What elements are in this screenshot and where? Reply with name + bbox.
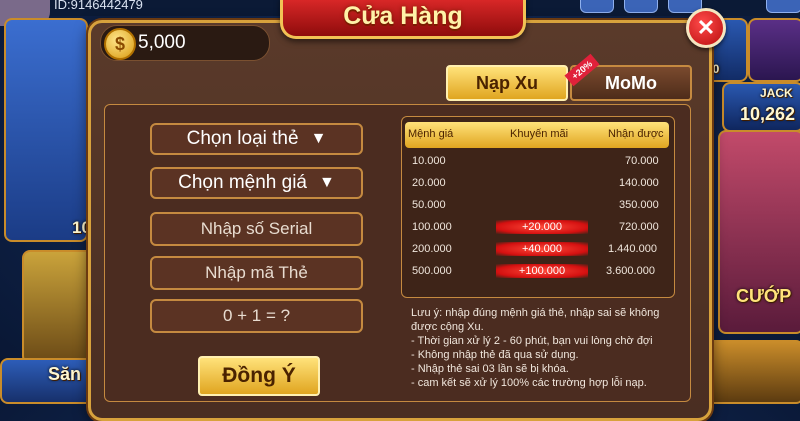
table-cell-receive: 70.000 (625, 155, 659, 167)
note-line: Lưu ý: nhập đúng mệnh giá thẻ, nhập sai … (411, 307, 660, 319)
top-menu-button[interactable] (766, 0, 800, 13)
table-cell-value: 50.000 (412, 199, 446, 211)
submit-label: Đồng Ý (222, 364, 296, 387)
serial-placeholder: Nhập số Serial (200, 219, 313, 238)
table-cell-bonus: +100.000 (496, 264, 588, 278)
column-header-value: Mệnh giá (408, 128, 454, 140)
table-cell-receive: 3.600.000 (606, 265, 655, 277)
chevron-down-icon: ▼ (319, 174, 335, 191)
table-cell-value: 10.000 (412, 155, 446, 167)
balance-value: 5,000 (138, 32, 186, 53)
game-tile-label: Săn (48, 364, 82, 384)
card-code-placeholder: Nhập mã Thẻ (205, 263, 308, 282)
captcha-input[interactable]: 0 + 1 = ? (150, 299, 363, 333)
jackpot-value: 10,262 (740, 104, 796, 124)
serial-input[interactable]: Nhập số Serial (150, 212, 363, 246)
tab-nap-xu[interactable]: Nạp Xu (446, 65, 568, 101)
column-header-bonus: Khuyến mãi (510, 128, 569, 140)
chevron-down-icon: ▼ (310, 130, 327, 147)
close-icon: ✕ (696, 15, 716, 40)
tab-label: Nạp Xu (475, 72, 538, 93)
top-menu-button[interactable] (624, 0, 658, 13)
game-tile-label: CƯỚP (736, 286, 792, 306)
dialog-header: Cửa Hàng (280, 0, 526, 39)
card-value-select[interactable]: Chọn mệnh giá ▼ (150, 167, 363, 199)
tab-label: MoMo (605, 72, 657, 93)
table-cell-value: 100.000 (412, 221, 452, 233)
table-cell-receive: 1.440.000 (608, 243, 657, 255)
note-line: - Thời gian xử lý 2 - 60 phút, bạn vui l… (411, 335, 653, 347)
dialog-title: Cửa Hàng (343, 1, 463, 30)
table-cell-value: 20.000 (412, 177, 446, 189)
captcha-question: 0 + 1 = ? (222, 306, 291, 325)
column-header-receive: Nhận được (608, 128, 664, 140)
note-line: được cộng Xu. (411, 321, 484, 333)
user-id-label: ID:9146442479 (54, 0, 143, 12)
close-button[interactable]: ✕ (686, 8, 726, 48)
card-code-input[interactable]: Nhập mã Thẻ (150, 256, 363, 290)
table-cell-bonus: +40.000 (496, 242, 588, 256)
game-tile[interactable] (4, 18, 88, 242)
coin-icon: $ (104, 28, 136, 60)
table-cell-receive: 720.000 (619, 221, 659, 233)
note-line: - cam kết sẽ xử lý 100% các trường hợp l… (411, 377, 647, 389)
game-tile[interactable] (22, 250, 96, 364)
card-type-value: Chọn loại thẻ (186, 128, 299, 149)
table-cell-value: 500.000 (412, 265, 452, 277)
table-cell-bonus: +20.000 (496, 220, 588, 234)
top-menu-button[interactable] (580, 0, 614, 13)
note-line: - Không nhập thẻ đã qua sử dụng. (411, 349, 579, 361)
card-value-value: Chọn mệnh giá (178, 172, 308, 193)
table-cell-receive: 140.000 (619, 177, 659, 189)
note-line: - Nhập thẻ sai 03 lần sẽ bị khóa. (411, 363, 569, 375)
gift-tile[interactable] (748, 18, 800, 82)
game-tile[interactable] (700, 340, 800, 404)
table-cell-value: 200.000 (412, 243, 452, 255)
table-cell-receive: 350.000 (619, 199, 659, 211)
card-type-select[interactable]: Chọn loại thẻ ▼ (150, 123, 363, 155)
submit-button[interactable]: Đồng Ý (198, 356, 320, 396)
jackpot-label: JACK (760, 86, 793, 100)
